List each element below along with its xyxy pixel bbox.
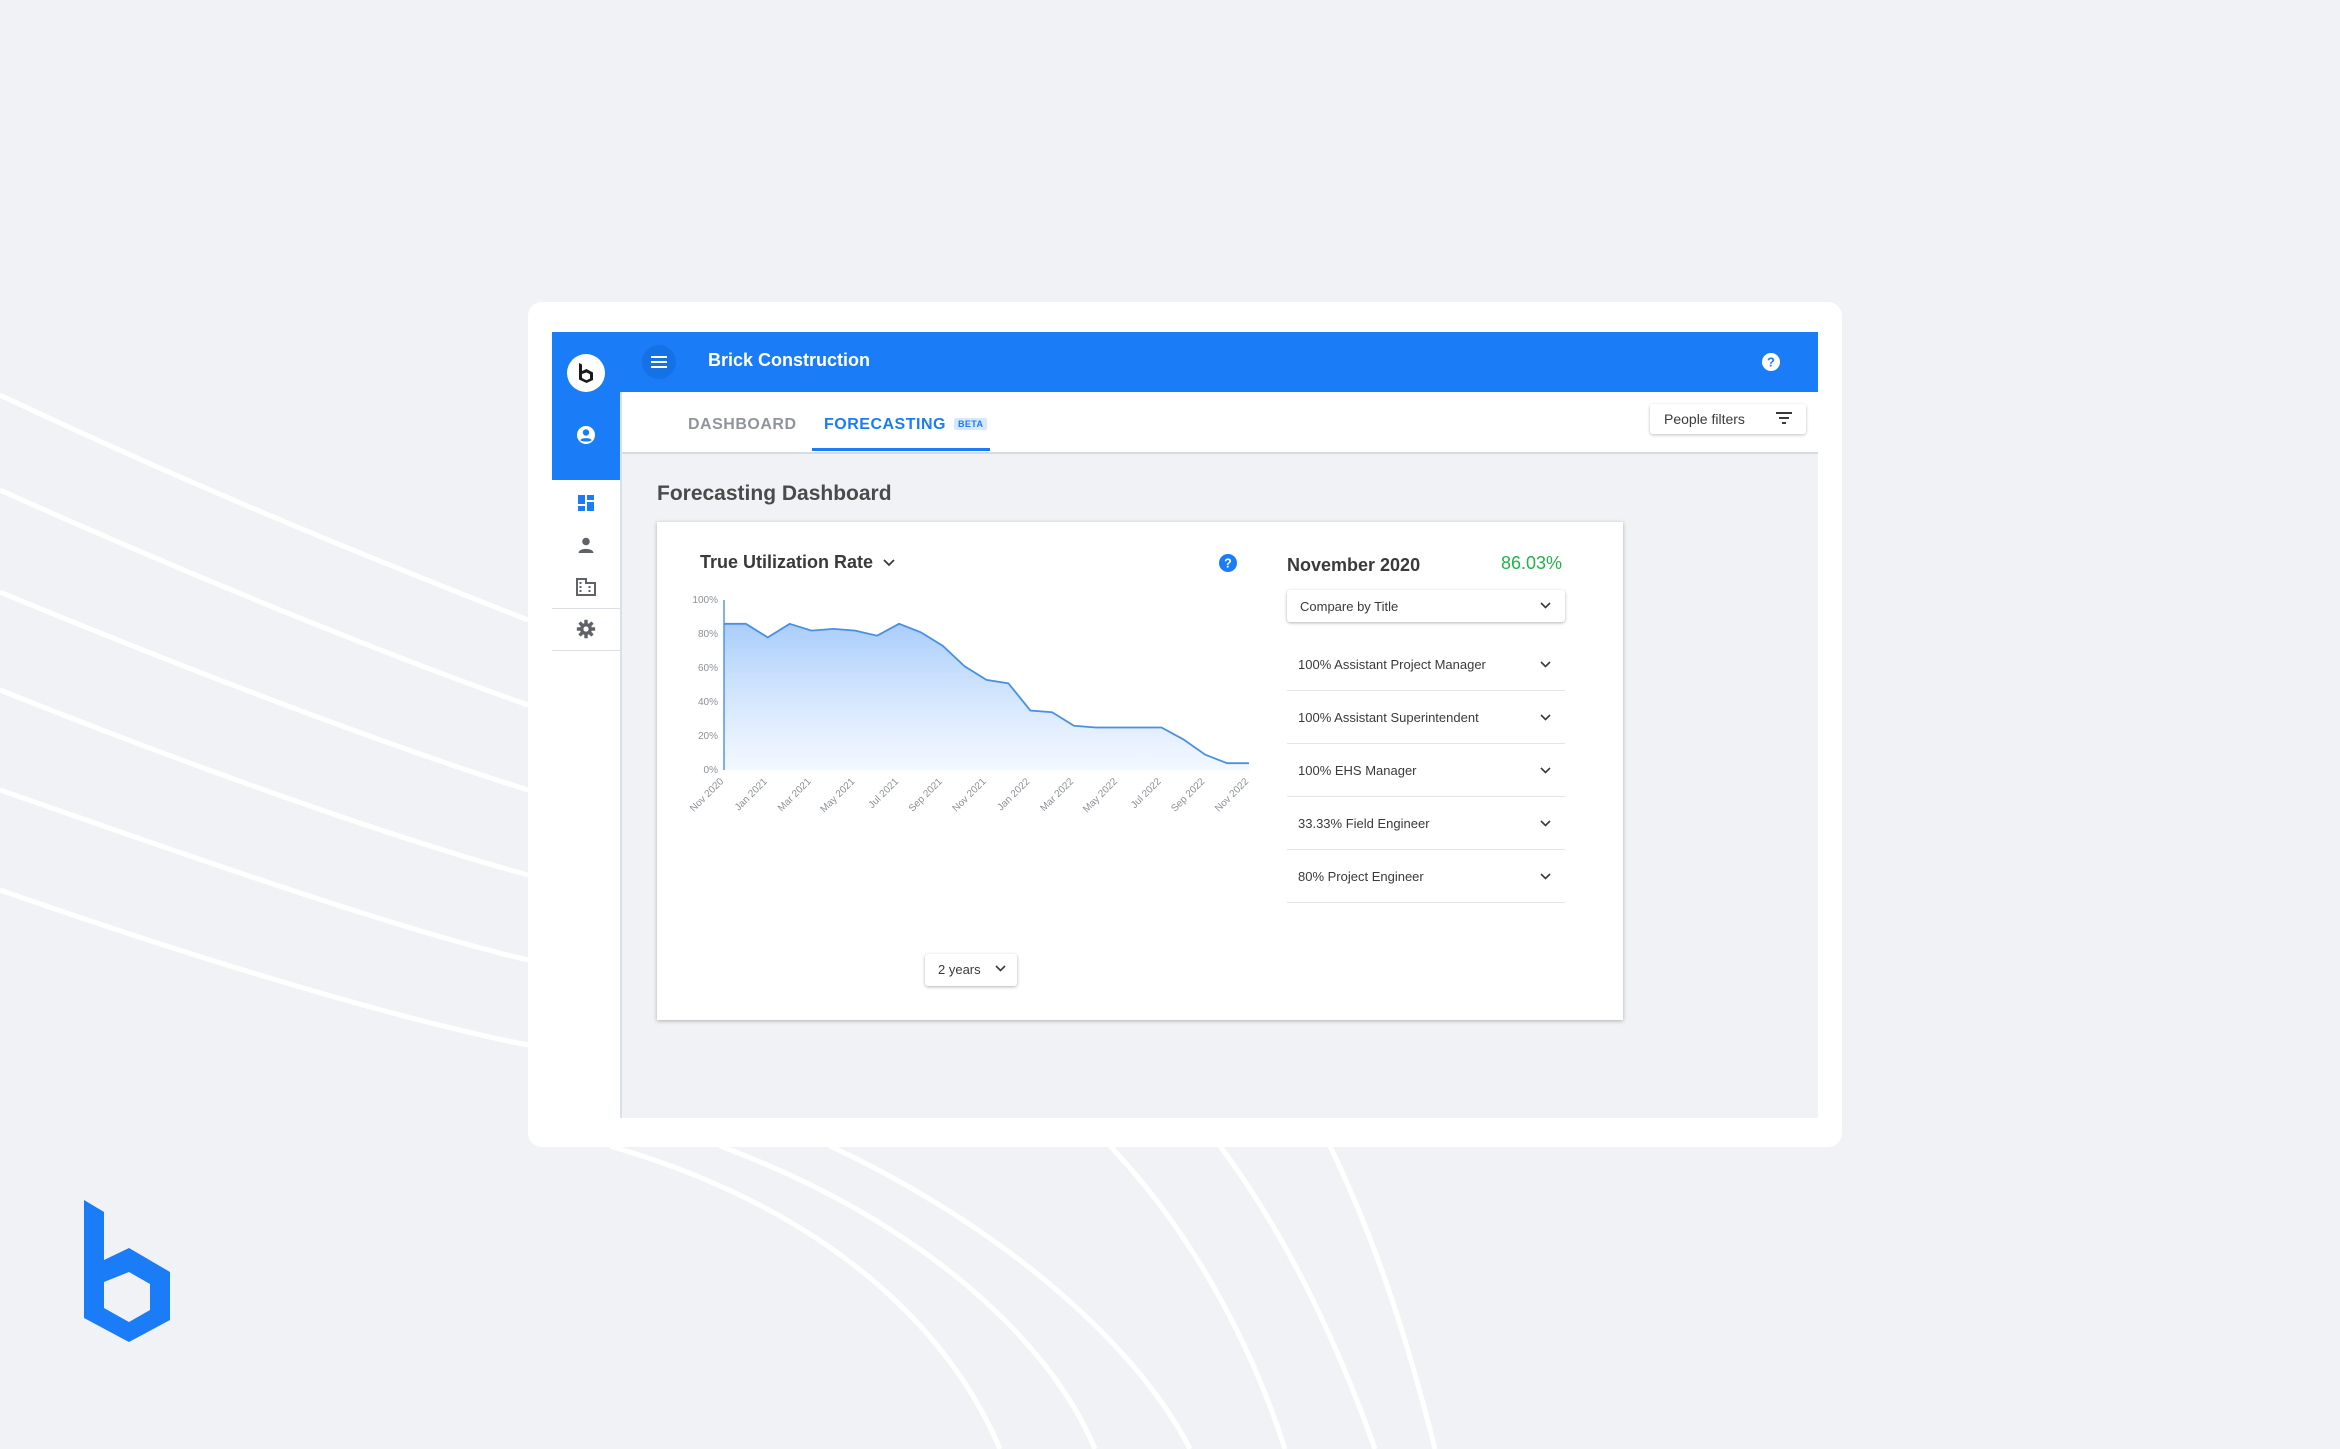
tab-forecasting-label: FORECASTING bbox=[824, 416, 946, 433]
y-tick-label: 20% bbox=[698, 731, 718, 742]
people-filters-label: People filters bbox=[1664, 411, 1745, 427]
y-tick-label: 40% bbox=[698, 697, 718, 708]
menu-icon bbox=[651, 356, 667, 368]
y-tick-label: 100% bbox=[692, 595, 718, 606]
filter-icon bbox=[1776, 412, 1792, 424]
chevron-down-icon bbox=[1540, 714, 1551, 721]
selected-month-value: 86.03% bbox=[1501, 553, 1563, 573]
person-icon bbox=[578, 537, 594, 553]
tab-bar: DASHBOARD FORECASTING BETA People filters bbox=[622, 392, 1818, 454]
x-tick-label: Sep 2022 bbox=[1169, 776, 1207, 814]
brick-brand-logo bbox=[84, 1200, 170, 1342]
beta-badge: BETA bbox=[953, 418, 988, 430]
tab-forecasting[interactable]: FORECASTING BETA bbox=[824, 416, 988, 434]
x-tick-label: Jan 2021 bbox=[733, 776, 770, 813]
chevron-down-icon bbox=[883, 558, 895, 566]
tab-dashboard[interactable]: DASHBOARD bbox=[688, 416, 797, 434]
x-tick-label: Mar 2021 bbox=[776, 776, 814, 814]
compare-row[interactable]: 80% Project Engineer bbox=[1287, 850, 1565, 903]
x-tick-label: May 2022 bbox=[1081, 776, 1120, 815]
people-filters-button[interactable]: People filters bbox=[1650, 404, 1806, 434]
compare-list: 100% Assistant Project Manager 100% Assis… bbox=[1287, 638, 1565, 903]
time-range-label: 2 years bbox=[938, 962, 981, 977]
forecast-panel: True Utilization Rate ? 0% 20% 40% 60% 80% 10… bbox=[657, 522, 1623, 1020]
dashboard-icon bbox=[578, 495, 594, 511]
help-icon[interactable]: ? bbox=[1760, 351, 1782, 373]
compare-by-label: Compare by Title bbox=[1300, 599, 1399, 614]
building-icon bbox=[576, 578, 596, 596]
y-tick-label: 60% bbox=[698, 663, 718, 674]
rail-item-settings[interactable] bbox=[552, 608, 620, 651]
svg-text:?: ? bbox=[1767, 355, 1775, 370]
x-tick-label: Jul 2021 bbox=[867, 776, 902, 811]
svg-text:?: ? bbox=[1224, 557, 1232, 571]
compare-row-label: 80% Project Engineer bbox=[1298, 869, 1424, 884]
active-tab-indicator bbox=[812, 448, 990, 451]
selected-month: November 2020 bbox=[1287, 555, 1421, 575]
x-tick-label: Mar 2022 bbox=[1038, 776, 1076, 814]
gear-icon bbox=[576, 619, 596, 639]
top-app-bar: Brick Construction ? bbox=[620, 332, 1818, 392]
compare-row-label: 100% Assistant Superintendent bbox=[1298, 710, 1479, 725]
rail-item-companies[interactable] bbox=[552, 566, 620, 608]
help-icon[interactable]: ? bbox=[1218, 553, 1238, 573]
x-tick-label: May 2021 bbox=[819, 776, 858, 815]
compare-row[interactable]: 100% Assistant Superintendent bbox=[1287, 691, 1565, 744]
app-window: Brick Construction ? DASHBOARD FORECASTI… bbox=[552, 332, 1818, 1118]
brick-logo-icon[interactable] bbox=[567, 354, 605, 392]
x-tick-label: Nov 2022 bbox=[1213, 776, 1251, 814]
metric-dropdown[interactable]: True Utilization Rate bbox=[700, 552, 895, 573]
compare-row-label: 33.33% Field Engineer bbox=[1298, 816, 1430, 831]
compare-row[interactable]: 100% EHS Manager bbox=[1287, 744, 1565, 797]
compare-row[interactable]: 100% Assistant Project Manager bbox=[1287, 638, 1565, 691]
area-fill bbox=[724, 623, 1249, 770]
chevron-down-icon bbox=[1540, 767, 1551, 774]
chevron-down-icon bbox=[995, 965, 1006, 972]
time-range-dropdown[interactable]: 2 years bbox=[925, 954, 1017, 986]
app-title: Brick Construction bbox=[708, 350, 871, 370]
rail-item-dashboard[interactable] bbox=[552, 482, 620, 524]
metric-label: True Utilization Rate bbox=[700, 552, 874, 572]
compare-row-label: 100% Assistant Project Manager bbox=[1298, 657, 1486, 672]
x-tick-label: Jul 2022 bbox=[1129, 776, 1164, 811]
x-tick-label: Nov 2021 bbox=[951, 776, 989, 814]
y-tick-label: 0% bbox=[704, 765, 719, 776]
account-circle-icon[interactable] bbox=[576, 425, 596, 445]
chevron-down-icon bbox=[1540, 820, 1551, 827]
rail-item-people[interactable] bbox=[552, 524, 620, 566]
menu-button[interactable] bbox=[642, 345, 676, 379]
utilization-area-chart: 0%20%40%60%80%100%Nov 2020 Jan 2021 Mar 20… bbox=[688, 595, 1251, 815]
compare-row-label: 100% EHS Manager bbox=[1298, 763, 1417, 778]
x-tick-label: Nov 2020 bbox=[688, 776, 726, 814]
y-tick-label: 80% bbox=[698, 629, 718, 640]
page-title: Forecasting Dashboard bbox=[657, 482, 892, 505]
x-tick-label: Sep 2021 bbox=[907, 776, 945, 814]
x-tick-label: Jan 2022 bbox=[995, 776, 1032, 813]
navigation-rail bbox=[552, 332, 622, 1118]
chevron-down-icon bbox=[1540, 873, 1551, 880]
compare-by-dropdown[interactable]: Compare by Title bbox=[1287, 590, 1565, 622]
compare-row[interactable]: 33.33% Field Engineer bbox=[1287, 797, 1565, 850]
chevron-down-icon bbox=[1540, 661, 1551, 668]
chevron-down-icon bbox=[1540, 602, 1551, 609]
rail-header bbox=[552, 332, 620, 480]
